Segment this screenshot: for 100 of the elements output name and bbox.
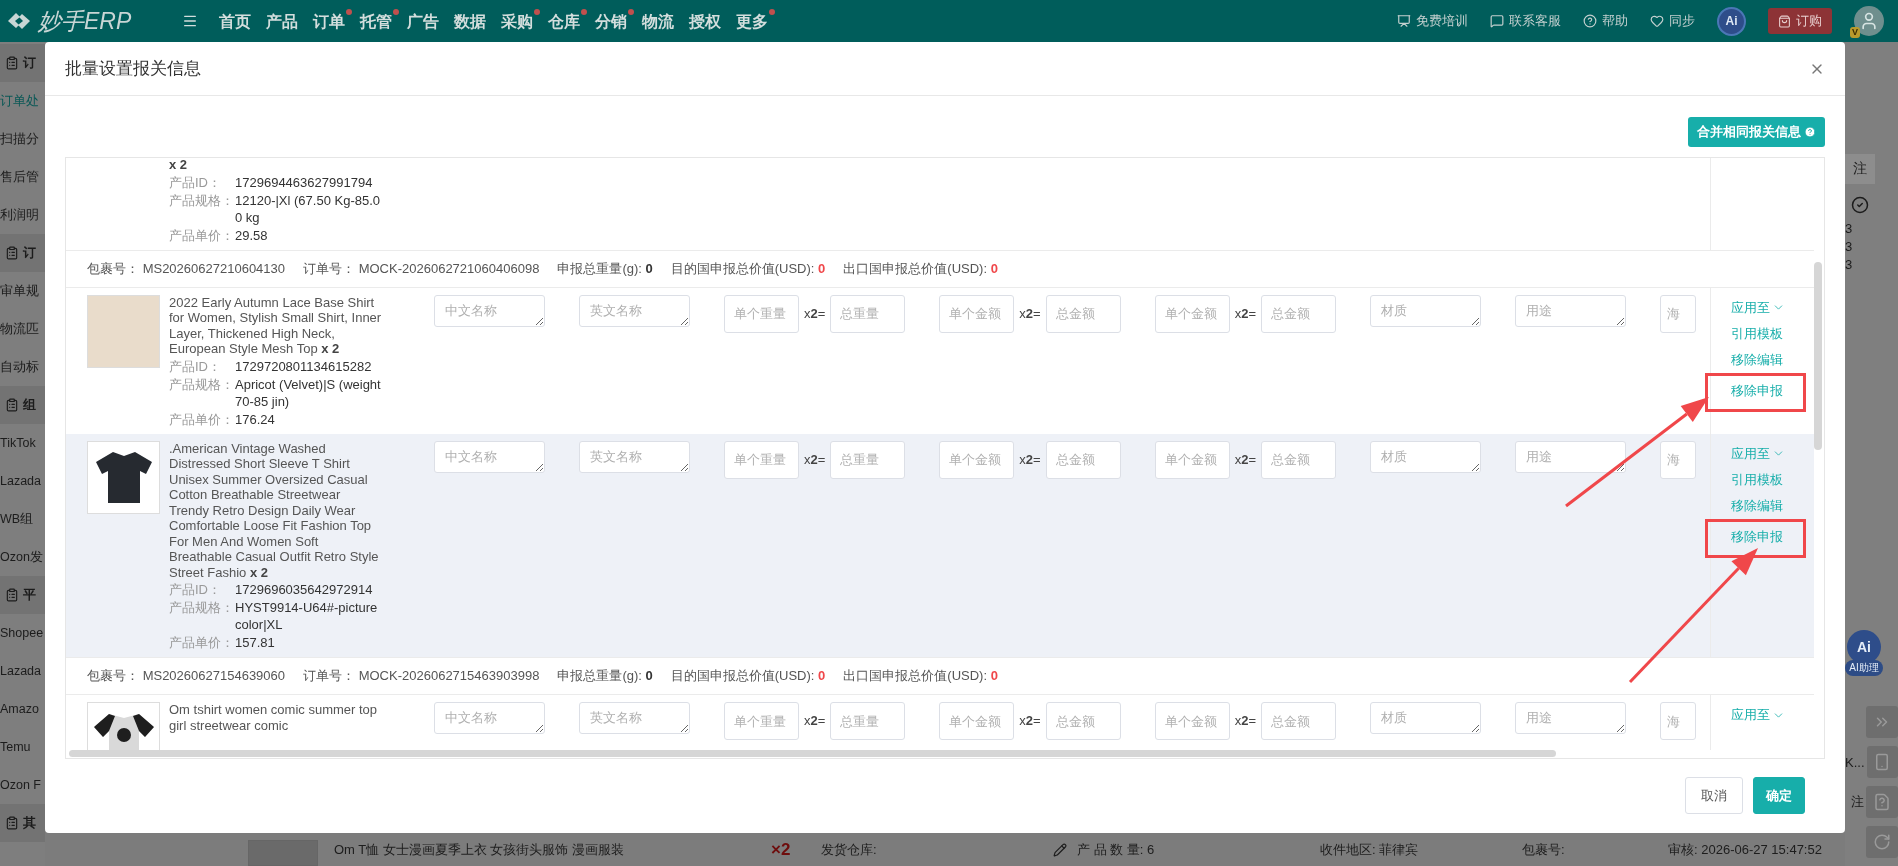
action-link[interactable]: 引用模板 <box>1731 325 1783 342</box>
apply-to-dropdown[interactable]: 应用至 <box>1731 299 1785 316</box>
scrollbar-thumb[interactable] <box>69 750 1556 757</box>
input-field[interactable]: 单个金额 <box>939 294 1015 333</box>
product-id: 1729720801134615282 <box>235 357 373 375</box>
text-area-field[interactable]: 英文名称 <box>579 294 690 327</box>
nav-item[interactable]: 订单 <box>313 7 353 35</box>
apply-to-dropdown[interactable]: 应用至 <box>1731 445 1785 462</box>
avatar[interactable] <box>1854 6 1884 36</box>
input-field[interactable]: 总金额 <box>1045 294 1121 333</box>
sidebar-item[interactable]: Temu <box>0 728 45 766</box>
nav-tool-link[interactable]: 联系客服 <box>1490 12 1561 30</box>
text-area-field[interactable]: 材质 <box>1370 440 1481 473</box>
action-link[interactable]: 移除编辑 <box>1731 497 1783 514</box>
sidebar-item[interactable]: 售后管 <box>0 158 45 196</box>
nav-tool-link[interactable]: 免费培训 <box>1397 12 1468 30</box>
input-field[interactable]: 单个金额 <box>1154 702 1230 740</box>
input-field[interactable]: 海 <box>1660 702 1696 740</box>
ai-assistant-badge[interactable]: Ai AI助理 <box>1835 630 1893 676</box>
order-button[interactable]: 订购 <box>1768 8 1832 34</box>
text-area-field[interactable]: 中文名称 <box>434 702 545 734</box>
sidebar-item[interactable]: Lazada <box>0 652 45 690</box>
input-field[interactable]: 单个金额 <box>939 702 1015 740</box>
help-icon[interactable] <box>1866 786 1898 818</box>
text-area-field[interactable]: 中文名称 <box>434 294 545 327</box>
sidebar-item[interactable]: Amazo <box>0 690 45 728</box>
text-area-field[interactable]: 用途 <box>1515 440 1626 473</box>
action-link[interactable]: 移除申报 <box>1731 528 1783 545</box>
scrollbar-thumb[interactable] <box>1814 262 1822 450</box>
sidebar-group[interactable]: 订 <box>0 234 45 272</box>
cancel-button[interactable]: 取消 <box>1685 777 1743 814</box>
input-field[interactable]: 总金额 <box>1261 440 1336 479</box>
text-area-field[interactable]: 用途 <box>1515 294 1626 327</box>
input-field[interactable]: 总金额 <box>1261 702 1336 740</box>
help-icon <box>1583 14 1597 28</box>
text-area-field[interactable]: 材质 <box>1370 702 1481 734</box>
text-area-field[interactable]: 中文名称 <box>434 440 545 473</box>
action-link[interactable]: 引用模板 <box>1731 471 1783 488</box>
check-circle-icon[interactable] <box>1851 196 1869 214</box>
input-field[interactable]: 海 <box>1660 440 1696 479</box>
sidebar-item[interactable]: 自动标 <box>0 348 45 386</box>
text-area-field[interactable]: 用途 <box>1515 702 1626 734</box>
input-field[interactable]: 单个重量 <box>724 702 799 740</box>
sidebar-item[interactable]: 审单规 <box>0 272 45 310</box>
nav-item[interactable]: 托管 <box>360 7 400 35</box>
input-field[interactable]: 海 <box>1660 294 1696 333</box>
input-field[interactable]: 单个重量 <box>724 440 799 479</box>
sidebar-item[interactable]: Lazada <box>0 462 45 500</box>
nav-item[interactable]: 分销 <box>595 7 635 35</box>
input-field[interactable]: 总重量 <box>830 702 906 740</box>
refresh-icon[interactable] <box>1866 826 1898 858</box>
info-label: 产品规格： <box>169 375 235 394</box>
text-area-field[interactable]: 英文名称 <box>579 702 690 734</box>
help-icon <box>1804 126 1816 138</box>
sidebar-item[interactable]: 利润明 <box>0 196 45 234</box>
nav-item[interactable]: 数据 <box>454 7 494 35</box>
input-field[interactable]: 单个金额 <box>1154 440 1230 479</box>
menu-icon[interactable] <box>182 13 198 29</box>
sidebar-item[interactable]: Shopee <box>0 614 45 652</box>
confirm-button[interactable]: 确定 <box>1753 777 1805 814</box>
nav-tool-link[interactable]: 帮助 <box>1583 12 1628 30</box>
input-field[interactable]: 单个金额 <box>1154 294 1230 333</box>
input-field[interactable]: 单个金额 <box>939 440 1015 479</box>
sidebar-item[interactable]: Ozon发 <box>0 538 45 576</box>
note-tag[interactable]: 注 <box>1845 154 1875 184</box>
sidebar-item[interactable]: TikTok <box>0 424 45 462</box>
sidebar-item[interactable]: WB组 <box>0 500 45 538</box>
nav-item[interactable]: 物流 <box>642 7 682 35</box>
input-field[interactable]: 总重量 <box>830 440 906 479</box>
nav-item[interactable]: 采购 <box>501 7 541 35</box>
nav-item[interactable]: 授权 <box>689 7 729 35</box>
nav-item[interactable]: 首页 <box>219 7 259 35</box>
phone-icon[interactable] <box>1866 746 1898 778</box>
chevrons-right-icon[interactable] <box>1866 706 1898 738</box>
nav-item[interactable]: 仓库 <box>548 7 588 35</box>
ai-button[interactable]: Ai <box>1717 6 1746 36</box>
sidebar-group[interactable]: 其 <box>0 804 45 842</box>
action-link[interactable]: 移除编辑 <box>1731 351 1783 368</box>
input-field[interactable]: 总金额 <box>1045 440 1121 479</box>
nav-item[interactable]: 广告 <box>407 7 447 35</box>
sidebar-item[interactable]: Ozon F <box>0 766 45 804</box>
sidebar-group[interactable]: 组 <box>0 386 45 424</box>
input-field[interactable]: 总金额 <box>1045 702 1121 740</box>
sidebar-group[interactable]: 平 <box>0 576 45 614</box>
sidebar-item[interactable]: 扫描分 <box>0 120 45 158</box>
action-link[interactable]: 移除申报 <box>1731 382 1783 399</box>
sidebar-item[interactable]: 物流匹 <box>0 310 45 348</box>
apply-to-dropdown[interactable]: 应用至 <box>1731 707 1785 723</box>
sidebar-group[interactable]: 订 <box>0 44 45 82</box>
nav-tool-link[interactable]: 同步 <box>1650 12 1695 30</box>
text-area-field[interactable]: 英文名称 <box>579 440 690 473</box>
text-area-field[interactable]: 材质 <box>1370 294 1481 327</box>
pencil-icon[interactable] <box>1053 842 1067 857</box>
product-price: 176.24 <box>235 410 276 428</box>
input-field[interactable]: 总重量 <box>830 294 906 333</box>
merge-button[interactable]: 合并相同报关信息 <box>1688 117 1825 147</box>
input-field[interactable]: 单个重量 <box>724 294 799 333</box>
nav-item[interactable]: 产品 <box>266 7 306 35</box>
nav-item[interactable]: 更多 <box>736 7 776 35</box>
input-field[interactable]: 总金额 <box>1261 294 1336 333</box>
